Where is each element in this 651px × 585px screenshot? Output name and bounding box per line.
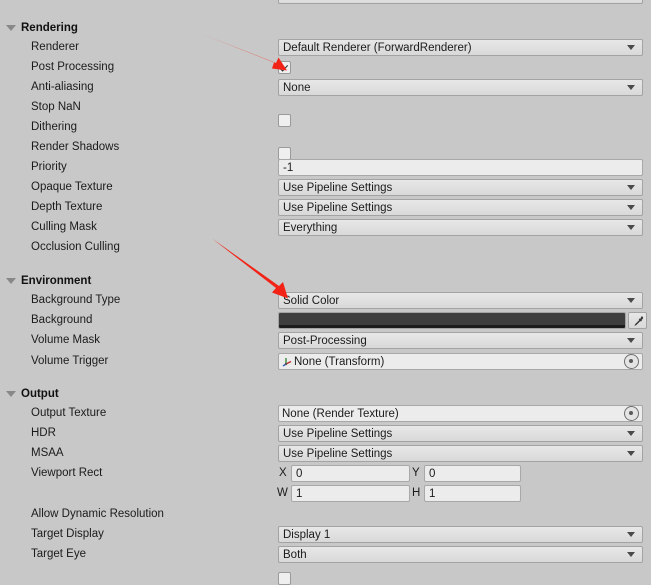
triangle-down-icon (6, 25, 16, 31)
chevron-down-icon (627, 298, 635, 303)
post-processing-checkbox[interactable] (278, 61, 291, 74)
chevron-down-icon (627, 45, 635, 50)
row-label-stop-nan: Stop NaN (31, 101, 81, 113)
chevron-down-icon (627, 532, 635, 537)
msaa-dropdown[interactable]: Use Pipeline Settings (278, 445, 643, 462)
depth-texture-dropdown[interactable]: Use Pipeline Settings (278, 199, 643, 216)
row-label-dithering: Dithering (31, 121, 78, 133)
chevron-down-icon (627, 451, 635, 456)
chevron-down-icon (627, 225, 635, 230)
target-eye-dropdown[interactable]: Both (278, 546, 643, 563)
renderer-value: Default Renderer (ForwardRenderer) (283, 41, 472, 54)
depth-texture-value: Use Pipeline Settings (283, 201, 393, 214)
section-title-environment: Environment (21, 275, 92, 287)
row-label-priority: Priority (31, 161, 67, 173)
row-label-renderer: Renderer (31, 41, 79, 53)
background-type-value: Solid Color (283, 294, 340, 307)
chevron-down-icon (627, 185, 635, 190)
row-label-opaque-texture: Opaque Texture (31, 181, 113, 193)
viewport-rect-h-value: 1 (429, 487, 436, 500)
stop-nan-checkbox[interactable] (278, 114, 291, 127)
row-label-depth-texture: Depth Texture (31, 201, 103, 213)
priority-input[interactable]: -1 (278, 159, 643, 176)
row-label-target-display: Target Display (31, 528, 104, 540)
viewport-rect-w-input[interactable]: 1 (291, 485, 410, 502)
opaque-texture-value: Use Pipeline Settings (283, 181, 393, 194)
chevron-down-icon (627, 338, 635, 343)
viewport-rect-y-value: 0 (429, 467, 436, 480)
object-picker-icon[interactable] (624, 354, 639, 369)
output-texture-object-field[interactable]: None (Render Texture) (278, 405, 643, 422)
chevron-down-icon (627, 205, 635, 210)
row-label-msaa: MSAA (31, 447, 64, 459)
background-color-swatch[interactable] (278, 312, 626, 329)
target-eye-value: Both (283, 548, 307, 561)
row-label-anti-aliasing: Anti-aliasing (31, 81, 94, 93)
culling-mask-dropdown[interactable]: Everything (278, 219, 643, 236)
allow-dynamic-resolution-checkbox[interactable] (278, 572, 291, 585)
row-label-hdr: HDR (31, 427, 56, 439)
opaque-texture-dropdown[interactable]: Use Pipeline Settings (278, 179, 643, 196)
priority-value: -1 (283, 161, 294, 174)
anti-aliasing-dropdown[interactable]: None (278, 79, 643, 96)
output-texture-value: None (Render Texture) (282, 407, 399, 420)
chevron-down-icon (627, 431, 635, 436)
row-label-allow-dynamic-resolution: Allow Dynamic Resolution (31, 508, 164, 520)
volume-trigger-value: None (Transform) (294, 355, 385, 368)
transform-axis-icon (282, 358, 292, 367)
row-label-background-type: Background Type (31, 294, 121, 306)
section-header-output[interactable]: Output (6, 386, 59, 402)
renderer-dropdown[interactable]: Default Renderer (ForwardRenderer) (278, 39, 643, 56)
volume-trigger-object-field[interactable]: None (Transform) (278, 353, 643, 370)
volume-mask-dropdown[interactable]: Post-Processing (278, 332, 643, 349)
background-color-alpha-bar (279, 325, 625, 328)
target-display-dropdown[interactable]: Display 1 (278, 526, 643, 543)
row-label-post-processing: Post Processing (31, 61, 115, 73)
viewport-rect-w-value: 1 (296, 487, 303, 500)
eyedropper-icon (633, 315, 643, 326)
culling-mask-value: Everything (283, 221, 338, 234)
arrow-to-background-type-dropdown (212, 238, 288, 299)
section-header-rendering[interactable]: Rendering (6, 20, 78, 36)
viewport-rect-h-input[interactable]: 1 (424, 485, 521, 502)
viewport-rect-x-label: X (279, 467, 287, 479)
chevron-down-icon (627, 85, 635, 90)
section-title-rendering: Rendering (21, 22, 78, 34)
row-label-volume-trigger: Volume Trigger (31, 355, 109, 367)
unity-inspector-camera-component: Rendering Renderer Default Renderer (For… (0, 0, 651, 585)
hdr-dropdown[interactable]: Use Pipeline Settings (278, 425, 643, 442)
object-picker-icon[interactable] (624, 406, 639, 421)
row-label-viewport-rect: Viewport Rect (31, 467, 103, 479)
triangle-down-icon (6, 391, 16, 397)
row-label-render-shadows: Render Shadows (31, 141, 120, 153)
background-type-dropdown[interactable]: Solid Color (278, 292, 643, 309)
row-label-output-texture: Output Texture (31, 407, 107, 419)
row-label-occlusion-culling: Occlusion Culling (31, 241, 120, 253)
triangle-down-icon (6, 278, 16, 284)
background-color-main (279, 313, 625, 325)
viewport-rect-x-input[interactable]: 0 (291, 465, 410, 482)
row-label-background: Background (31, 314, 93, 326)
anti-aliasing-value: None (283, 81, 311, 94)
viewport-rect-y-label: Y (412, 467, 420, 479)
cut-off-field-top (278, 0, 643, 4)
msaa-value: Use Pipeline Settings (283, 447, 393, 460)
target-display-value: Display 1 (283, 528, 331, 541)
row-label-target-eye: Target Eye (31, 548, 86, 560)
viewport-rect-x-value: 0 (296, 467, 303, 480)
volume-mask-value: Post-Processing (283, 334, 367, 347)
eyedropper-button[interactable] (628, 312, 647, 329)
viewport-rect-w-label: W (277, 487, 288, 499)
section-title-output: Output (21, 388, 59, 400)
row-label-volume-mask: Volume Mask (31, 334, 101, 346)
viewport-rect-h-label: H (412, 487, 421, 499)
hdr-value: Use Pipeline Settings (283, 427, 393, 440)
arrow-to-post-processing-checkbox (200, 33, 287, 71)
section-header-environment[interactable]: Environment (6, 273, 91, 289)
row-label-culling-mask: Culling Mask (31, 221, 97, 233)
viewport-rect-y-input[interactable]: 0 (424, 465, 521, 482)
